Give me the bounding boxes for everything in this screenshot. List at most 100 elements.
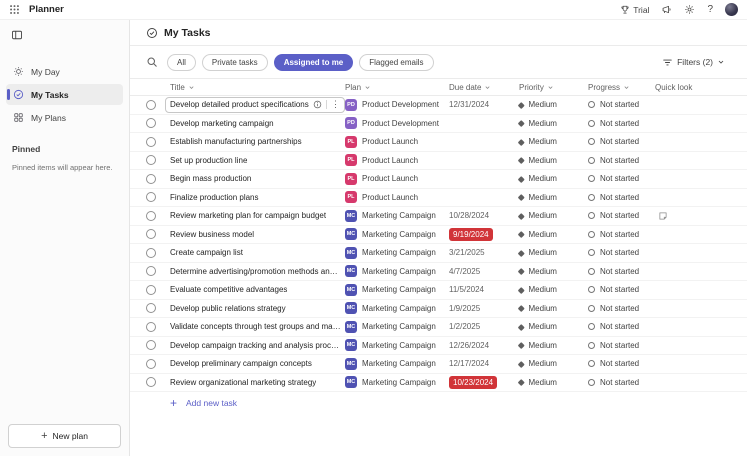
task-complete-checkbox[interactable] <box>146 359 156 369</box>
task-complete-checkbox[interactable] <box>146 100 156 110</box>
plan-cell[interactable]: MC Marketing Campaign <box>345 376 449 388</box>
task-complete-checkbox[interactable] <box>146 285 156 295</box>
sidebar-item-my-day[interactable]: My Day <box>6 61 123 82</box>
task-row[interactable]: Create campaign list ⋮ MC Marketing Camp… <box>130 244 747 263</box>
column-header-due-date[interactable]: Due date <box>449 83 519 92</box>
plan-cell[interactable]: PD Product Development <box>345 117 449 129</box>
sidebar-item-my-tasks[interactable]: My Tasks <box>6 84 123 105</box>
task-row[interactable]: Determine advertising/promotion methods … <box>130 263 747 282</box>
task-title[interactable]: Develop public relations strategy <box>170 304 286 313</box>
task-title[interactable]: Determine advertising/promotion methods … <box>170 267 341 276</box>
plan-cell[interactable]: MC Marketing Campaign <box>345 302 449 314</box>
task-title[interactable]: Finalize production plans <box>170 193 259 202</box>
plan-cell[interactable]: PL Product Launch <box>345 173 449 185</box>
plan-cell[interactable]: PL Product Launch <box>345 191 449 203</box>
plan-cell[interactable]: MC Marketing Campaign <box>345 228 449 240</box>
task-title-cell[interactable]: Validate concepts through test groups an… <box>170 319 345 335</box>
column-header-plan[interactable]: Plan <box>345 83 449 92</box>
column-header-progress[interactable]: Progress <box>588 83 655 92</box>
task-complete-checkbox[interactable] <box>146 340 156 350</box>
task-title[interactable]: Begin mass production <box>170 174 251 183</box>
task-complete-checkbox[interactable] <box>146 229 156 239</box>
task-complete-checkbox[interactable] <box>146 303 156 313</box>
task-row[interactable]: Begin mass production ⋮ PL Product Launc… <box>130 170 747 189</box>
task-complete-checkbox[interactable] <box>146 137 156 147</box>
task-title[interactable]: Develop marketing campaign <box>170 119 274 128</box>
avatar[interactable] <box>725 3 738 16</box>
feedback-button[interactable] <box>661 4 672 15</box>
plan-cell[interactable]: MC Marketing Campaign <box>345 265 449 277</box>
task-title-cell[interactable]: Evaluate competitive advantages ⋮ <box>170 282 345 298</box>
task-title-cell[interactable]: Develop marketing campaign ⋮ <box>170 115 345 131</box>
task-row[interactable]: Finalize production plans ⋮ PL Product L… <box>130 189 747 208</box>
task-title-cell[interactable]: Review marketing plan for campaign budge… <box>170 208 345 224</box>
plan-cell[interactable]: MC Marketing Campaign <box>345 210 449 222</box>
task-title[interactable]: Validate concepts through test groups an… <box>170 322 341 331</box>
task-complete-checkbox[interactable] <box>146 322 156 332</box>
plan-cell[interactable]: MC Marketing Campaign <box>345 247 449 259</box>
task-title[interactable]: Create campaign list <box>170 248 243 257</box>
task-title-cell[interactable]: Review business model ⋮ <box>170 226 345 242</box>
task-title-cell[interactable]: Develop preliminary campaign concepts ⋮ <box>170 356 345 372</box>
trial-badge[interactable]: Trial <box>620 5 649 15</box>
column-header-title[interactable]: Title <box>170 83 345 92</box>
task-title[interactable]: Develop detailed product specifications <box>170 100 309 109</box>
plan-cell[interactable]: PD Product Development <box>345 99 449 111</box>
task-row[interactable]: Develop campaign tracking and analysis p… <box>130 337 747 356</box>
search-button[interactable] <box>146 56 158 68</box>
task-title-cell[interactable]: Create campaign list ⋮ <box>170 245 345 261</box>
task-title[interactable]: Review business model <box>170 230 254 239</box>
sidebar-toggle-button[interactable] <box>11 29 23 41</box>
task-row[interactable]: Review organizational marketing strategy… <box>130 374 747 393</box>
plan-cell[interactable]: MC Marketing Campaign <box>345 339 449 351</box>
app-launcher-icon[interactable] <box>9 4 20 15</box>
task-complete-checkbox[interactable] <box>146 174 156 184</box>
task-title[interactable]: Set up production line <box>170 156 247 165</box>
sidebar-item-my-plans[interactable]: My Plans <box>6 107 123 128</box>
task-title-cell[interactable]: Set up production line ⋮ <box>170 152 345 168</box>
more-options-icon[interactable]: ⋮ <box>326 100 340 109</box>
task-complete-checkbox[interactable] <box>146 377 156 387</box>
task-complete-checkbox[interactable] <box>146 211 156 221</box>
task-row[interactable]: Establish manufacturing partnerships ⋮ P… <box>130 133 747 152</box>
task-row[interactable]: Set up production line ⋮ PL Product Laun… <box>130 152 747 171</box>
new-plan-button[interactable]: + New plan <box>8 424 121 448</box>
quicklook-note-icon[interactable] <box>658 211 668 221</box>
task-title[interactable]: Evaluate competitive advantages <box>170 285 287 294</box>
info-icon[interactable] <box>313 100 322 109</box>
plan-cell[interactable]: PL Product Launch <box>345 154 449 166</box>
task-title-cell[interactable]: Develop public relations strategy ⋮ <box>170 300 345 316</box>
pill-assigned-to-me[interactable]: Assigned to me <box>274 54 354 71</box>
task-complete-checkbox[interactable] <box>146 192 156 202</box>
plan-cell[interactable]: PL Product Launch <box>345 136 449 148</box>
task-title[interactable]: Review marketing plan for campaign budge… <box>170 211 326 220</box>
add-new-task-button[interactable]: + Add new task <box>130 392 747 414</box>
task-row[interactable]: Develop marketing campaign ⋮ PD Product … <box>130 115 747 134</box>
task-row[interactable]: Develop detailed product specifications … <box>130 96 747 115</box>
task-complete-checkbox[interactable] <box>146 118 156 128</box>
task-title-cell[interactable]: Develop campaign tracking and analysis p… <box>170 337 345 353</box>
task-title[interactable]: Review organizational marketing strategy <box>170 378 316 387</box>
plan-cell[interactable]: MC Marketing Campaign <box>345 358 449 370</box>
task-complete-checkbox[interactable] <box>146 266 156 276</box>
task-title[interactable]: Develop preliminary campaign concepts <box>170 359 312 368</box>
task-row[interactable]: Develop preliminary campaign concepts ⋮ … <box>130 355 747 374</box>
task-title-cell[interactable]: Finalize production plans ⋮ <box>170 189 345 205</box>
task-title-cell[interactable]: Review organizational marketing strategy… <box>170 374 345 390</box>
task-title[interactable]: Establish manufacturing partnerships <box>170 137 302 146</box>
pill-flagged-emails[interactable]: Flagged emails <box>359 54 433 71</box>
pill-private-tasks[interactable]: Private tasks <box>202 54 268 71</box>
settings-button[interactable] <box>684 4 695 15</box>
task-row[interactable]: Review marketing plan for campaign budge… <box>130 207 747 226</box>
task-row[interactable]: Develop public relations strategy ⋮ MC M… <box>130 300 747 319</box>
task-title-cell[interactable]: Develop detailed product specifications … <box>165 97 345 113</box>
task-title[interactable]: Develop campaign tracking and analysis p… <box>170 341 341 350</box>
pill-all[interactable]: All <box>167 54 196 71</box>
task-row[interactable]: Evaluate competitive advantages ⋮ MC Mar… <box>130 281 747 300</box>
task-row[interactable]: Validate concepts through test groups an… <box>130 318 747 337</box>
plan-cell[interactable]: MC Marketing Campaign <box>345 321 449 333</box>
task-complete-checkbox[interactable] <box>146 155 156 165</box>
filters-button[interactable]: Filters (2) <box>656 56 731 69</box>
task-row[interactable]: Review business model ⋮ MC Marketing Cam… <box>130 226 747 245</box>
task-title-cell[interactable]: Establish manufacturing partnerships ⋮ <box>170 134 345 150</box>
